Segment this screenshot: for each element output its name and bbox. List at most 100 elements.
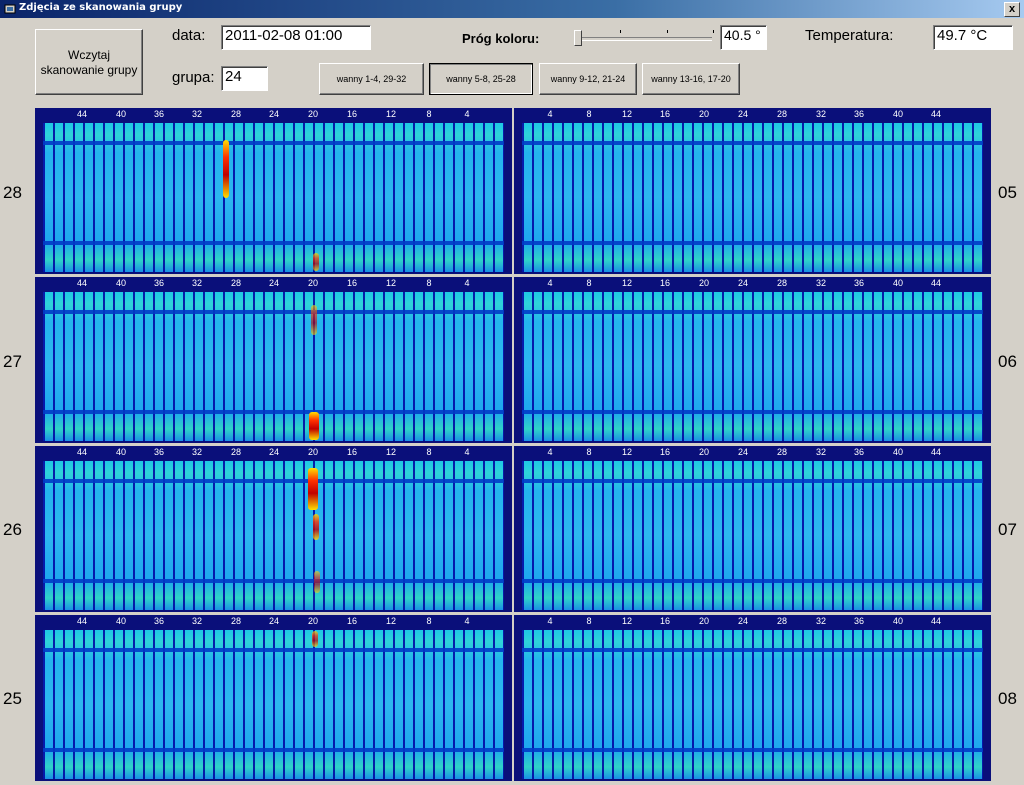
threshold-label: Próg koloru:	[462, 31, 540, 46]
load-scan-button[interactable]: Wczytaj skanowanie grupy	[35, 29, 143, 95]
scale-tick-label: 32	[815, 109, 826, 119]
scale-tick-label: 4	[547, 616, 553, 626]
scale-tick-label: 28	[776, 278, 787, 288]
row-label-right: 07	[998, 520, 1017, 539]
scale-right: 4 8 12 16 20 24 28 32 36 40 44	[514, 277, 991, 291]
thermal-image-right[interactable]: 4 8 12 16 20 24 28 32 36 40 44	[514, 615, 991, 781]
slider-tick	[667, 30, 668, 33]
slider-tick	[620, 30, 621, 33]
scale-left: 44 40 36 32 28 24 20 16 12 8 4	[35, 446, 512, 460]
scale-tick-label: 12	[621, 616, 632, 626]
scale-tick-label: 8	[426, 447, 432, 457]
tab-wanny-1-4[interactable]: wanny 1-4, 29-32	[319, 63, 424, 95]
scale-tick-label: 8	[586, 447, 592, 457]
scale-tick-label: 44	[76, 278, 87, 288]
scale-tick-label: 44	[76, 616, 87, 626]
scale-tick-label: 40	[115, 447, 126, 457]
tab-wanny-9-12[interactable]: wanny 9-12, 21-24	[539, 63, 637, 95]
scale-tick-label: 40	[892, 616, 903, 626]
title-bar: Zdjęcia ze skanowania grupy x	[0, 0, 1024, 18]
date-label: data:	[172, 27, 206, 44]
thermal-image-right[interactable]: 4 8 12 16 20 24 28 32 36 40 44	[514, 446, 991, 612]
thermal-image-left[interactable]: 44 40 36 32 28 24 20 16 12 8 4	[35, 446, 512, 612]
scale-tick-label: 40	[115, 616, 126, 626]
scale-tick-label: 24	[737, 616, 748, 626]
scale-tick-label: 24	[737, 109, 748, 119]
scale-tick-label: 20	[307, 109, 318, 119]
row-label-left: 25	[3, 689, 22, 708]
scale-tick-label: 32	[191, 278, 202, 288]
scale-tick-label: 12	[385, 447, 396, 457]
tab-wanny-5-8[interactable]: wanny 5-8, 25-28	[429, 63, 533, 95]
scale-left: 44 40 36 32 28 24 20 16 12 8 4	[35, 108, 512, 122]
scale-tick-label: 16	[346, 278, 357, 288]
thermal-image-left[interactable]: 44 40 36 32 28 24 20 16 12 8 4	[35, 277, 512, 443]
scale-tick-label: 16	[659, 616, 670, 626]
scale-tick-label: 16	[659, 109, 670, 119]
scale-tick-label: 8	[426, 278, 432, 288]
temperature-label: Temperatura:	[805, 27, 894, 44]
scale-tick-label: 44	[76, 447, 87, 457]
scale-tick-label: 40	[892, 109, 903, 119]
thermal-image-right[interactable]: 4 8 12 16 20 24 28 32 36 40 44	[514, 108, 991, 274]
scale-tick-label: 4	[464, 109, 470, 119]
temperature-field[interactable]: 49.7 °C	[933, 25, 1013, 50]
scale-tick-label: 4	[547, 109, 553, 119]
hotspot	[314, 571, 320, 593]
row-label-left: 26	[3, 520, 22, 539]
scale-tick-label: 24	[737, 447, 748, 457]
hotspot	[223, 140, 229, 198]
scale-tick-label: 16	[659, 447, 670, 457]
scale-tick-label: 32	[191, 616, 202, 626]
scale-tick-label: 16	[346, 109, 357, 119]
scale-right: 4 8 12 16 20 24 28 32 36 40 44	[514, 446, 991, 460]
scale-tick-label: 36	[153, 109, 164, 119]
scale-tick-label: 40	[115, 278, 126, 288]
scale-tick-label: 20	[307, 278, 318, 288]
group-field[interactable]: 24	[221, 66, 268, 91]
load-scan-button-label: Wczytaj skanowanie grupy	[40, 48, 138, 77]
scale-tick-label: 36	[153, 447, 164, 457]
scale-tick-label: 28	[776, 447, 787, 457]
window-title: Zdjęcia ze skanowania grupy	[19, 2, 183, 13]
scale-tick-label: 32	[815, 616, 826, 626]
row-label-left: 27	[3, 352, 22, 371]
scale-tick-label: 28	[230, 278, 241, 288]
scale-tick-label: 44	[930, 447, 941, 457]
scale-tick-label: 4	[464, 447, 470, 457]
hotspot	[311, 305, 317, 335]
hotspot	[313, 253, 319, 271]
scale-tick-label: 40	[115, 109, 126, 119]
scale-tick-label: 8	[426, 109, 432, 119]
scale-tick-label: 28	[776, 616, 787, 626]
scale-tick-label: 24	[268, 447, 279, 457]
scale-left: 44 40 36 32 28 24 20 16 12 8 4	[35, 277, 512, 291]
scale-tick-label: 24	[268, 109, 279, 119]
close-button[interactable]: x	[1004, 2, 1020, 17]
scale-tick-label: 12	[385, 109, 396, 119]
threshold-slider[interactable]	[572, 26, 716, 50]
thermal-image-left[interactable]: 44 40 36 32 28 24 20 16 12 8 4	[35, 615, 512, 781]
scale-tick-label: 12	[621, 447, 632, 457]
scale-left: 44 40 36 32 28 24 20 16 12 8 4	[35, 615, 512, 629]
date-field[interactable]: 2011-02-08 01:00	[221, 25, 371, 50]
scale-tick-label: 16	[659, 278, 670, 288]
scale-right: 4 8 12 16 20 24 28 32 36 40 44	[514, 615, 991, 629]
scale-tick-label: 44	[76, 109, 87, 119]
slider-thumb[interactable]	[574, 30, 582, 46]
scale-right: 4 8 12 16 20 24 28 32 36 40 44	[514, 108, 991, 122]
threshold-field[interactable]: 40.5 °	[720, 25, 767, 50]
scale-tick-label: 4	[547, 447, 553, 457]
scale-tick-label: 12	[621, 278, 632, 288]
scale-tick-label: 20	[698, 109, 709, 119]
scale-tick-label: 4	[547, 278, 553, 288]
hotspot	[308, 468, 318, 510]
scale-tick-label: 20	[307, 616, 318, 626]
thermal-image-left[interactable]: 44 40 36 32 28 24 20 16 12 8 4	[35, 108, 512, 274]
tab-wanny-13-16[interactable]: wanny 13-16, 17-20	[642, 63, 740, 95]
scale-tick-label: 16	[346, 447, 357, 457]
hotspot	[309, 412, 319, 440]
thermal-image-right[interactable]: 4 8 12 16 20 24 28 32 36 40 44	[514, 277, 991, 443]
scale-tick-label: 12	[385, 616, 396, 626]
scale-tick-label: 32	[191, 447, 202, 457]
